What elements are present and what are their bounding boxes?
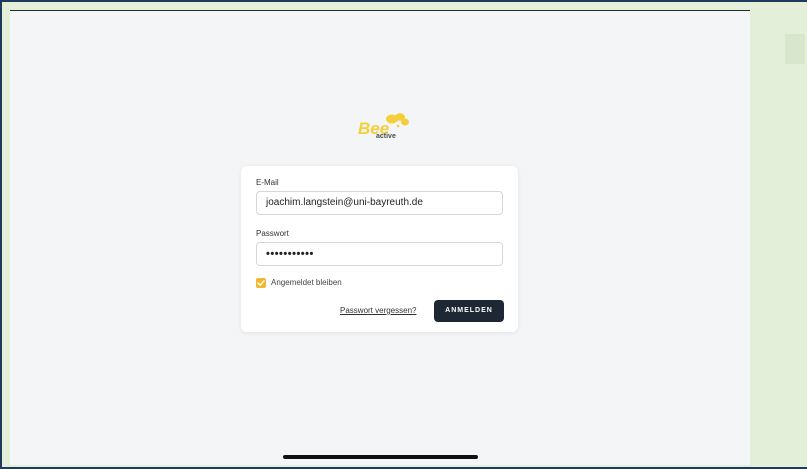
remember-label[interactable]: Angemeldet bleiben [271,278,342,287]
remember-checkbox[interactable] [256,278,266,288]
password-field[interactable]: ••••••••••• [256,242,503,266]
checkmark-icon [257,280,265,286]
password-label: Passwort [256,229,289,238]
email-label: E-Mail [256,178,279,187]
top-divider [10,10,750,11]
home-indicator[interactable] [283,455,478,459]
forgot-password-link[interactable]: Passwort vergessen? [340,306,416,315]
email-field[interactable]: joachim.langstein@uni-bayreuth.de [256,191,503,215]
logo-subtitle: active [376,133,396,140]
login-button[interactable]: ANMELDEN [434,300,504,322]
bee-active-logo: Bee [358,113,409,138]
login-card: E-Mail joachim.langstein@uni-bayreuth.de… [241,166,518,332]
side-panel-edge [785,34,805,64]
